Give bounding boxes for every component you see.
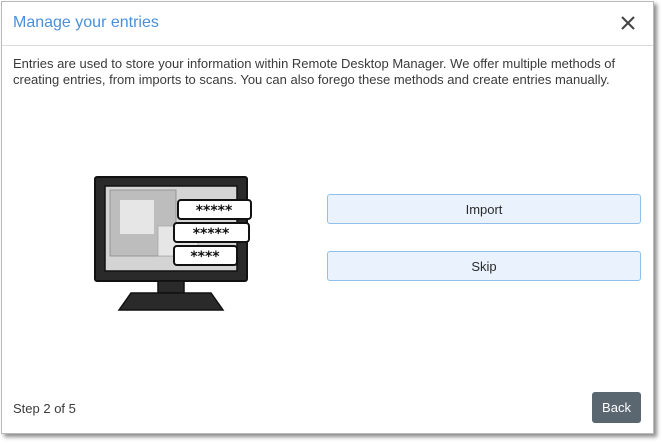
back-button[interactable]: Back	[592, 392, 641, 423]
password-field-1: *****	[177, 199, 252, 220]
password-field-2: *****	[173, 222, 250, 243]
manage-entries-dialog: Manage your entries Entries are used to …	[1, 1, 654, 434]
dialog-title: Manage your entries	[13, 14, 159, 31]
monitor-passwords-icon: ***** ***** ****	[86, 172, 256, 322]
skip-button[interactable]: Skip	[327, 251, 641, 281]
dialog-description: Entries are used to store your informati…	[13, 56, 616, 87]
import-button[interactable]: Import	[327, 194, 641, 224]
close-icon[interactable]	[619, 14, 637, 32]
password-mask-2: *****	[193, 226, 230, 242]
header-divider	[2, 45, 653, 46]
password-field-3: ****	[173, 245, 238, 266]
step-indicator: Step 2 of 5	[13, 401, 76, 416]
password-mask-1: *****	[196, 203, 233, 219]
password-mask-3: ****	[190, 249, 220, 265]
